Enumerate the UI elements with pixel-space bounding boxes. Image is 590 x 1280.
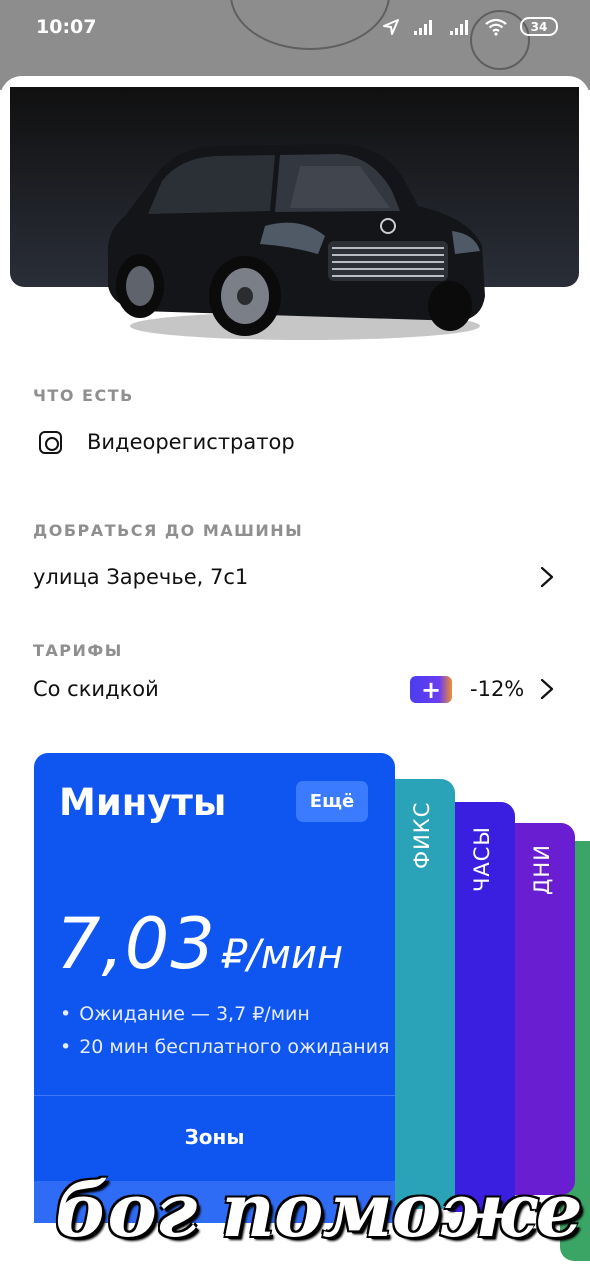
- feature-item-dashcam: Видеорегистратор: [87, 430, 295, 454]
- plus-icon: +: [420, 675, 442, 704]
- dashcam-icon: [39, 431, 62, 454]
- zones-button[interactable]: Зоны: [34, 1125, 395, 1149]
- map-road: [230, 0, 390, 50]
- signal-icon: [414, 19, 432, 35]
- tariff-title: Минуты: [59, 781, 227, 824]
- tariff-card-hours-label: ЧАСЫ: [470, 826, 494, 892]
- tariff-card-days-label: ДНИ: [530, 844, 554, 895]
- chevron-right-icon[interactable]: [540, 566, 554, 588]
- tariffs-section-title: ТАРИФЫ: [33, 641, 123, 660]
- more-button[interactable]: Ещё: [296, 781, 368, 822]
- condition-item: Ожидание — 3,7 ₽/мин: [60, 1003, 389, 1036]
- car-details-sheet: ЧТО ЕСТЬ Видеорегистратор ДОБРАТЬСЯ ДО М…: [0, 76, 590, 1280]
- discount-row[interactable]: Со скидкой: [33, 677, 159, 701]
- signal-icon: [450, 19, 468, 35]
- battery-icon: 34: [520, 17, 558, 36]
- card-divider: [34, 1095, 395, 1096]
- tariff-price: 7,03 ₽/мин: [56, 903, 343, 985]
- condition-item: 20 мин бесплатного ожидания: [60, 1036, 389, 1069]
- chevron-right-icon[interactable]: [540, 678, 554, 700]
- tariff-conditions: Ожидание — 3,7 ₽/мин 20 мин бесплатного …: [60, 1003, 389, 1069]
- car-image: [107, 144, 486, 340]
- route-section-title: ДОБРАТЬСЯ ДО МАШИНЫ: [33, 521, 304, 540]
- features-section-title: ЧТО ЕСТЬ: [33, 386, 134, 405]
- location-icon: [383, 18, 399, 35]
- price-value: 7,03: [56, 903, 216, 985]
- price-unit: ₽/мин: [221, 932, 344, 978]
- plus-badge: +: [410, 676, 452, 703]
- tariff-card-fix-label: ФИКС: [410, 801, 434, 869]
- wifi-icon: [485, 18, 507, 36]
- status-time: 10:07: [36, 16, 97, 38]
- tariff-card-minutes[interactable]: Минуты Ещё 7,03₽/мин Ожидание — 3,7 ₽/ми…: [34, 753, 395, 1223]
- status-icons: 34: [382, 17, 558, 36]
- address-row[interactable]: улица Заречье, 7с1: [33, 565, 248, 589]
- discount-value: -12%: [470, 677, 525, 701]
- caption-overlay: бог поможе: [55, 1168, 583, 1254]
